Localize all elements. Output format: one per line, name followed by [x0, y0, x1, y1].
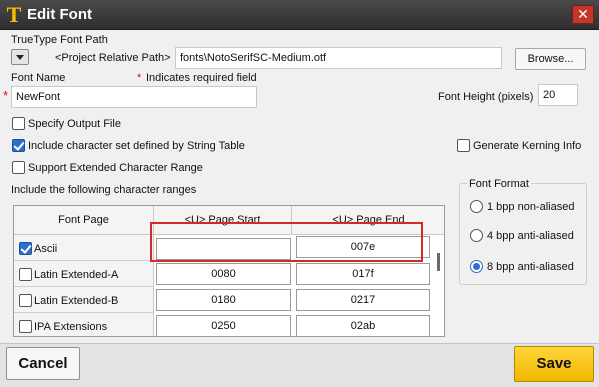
string-table-checkbox[interactable]	[12, 139, 25, 152]
title-bar: T Edit Font ✕	[0, 0, 599, 30]
app-logo-icon: T	[6, 2, 22, 27]
font-name-label: Font Name	[11, 72, 66, 84]
table-row: Ascii	[14, 235, 154, 261]
page-end-cell[interactable]: 02ab	[296, 315, 430, 336]
path-mode-dropdown[interactable]	[11, 49, 29, 65]
radio-4bpp-label: 4 bpp anti-aliased	[487, 230, 574, 242]
row-checkbox[interactable]	[19, 320, 32, 333]
browse-button[interactable]: Browse...	[515, 48, 586, 70]
radio-1bpp-label: 1 bpp non-aliased	[487, 201, 575, 213]
row-label: Ascii	[34, 243, 58, 255]
annotation-highlight-box	[150, 222, 423, 262]
table-row: Latin Extended-A	[14, 261, 154, 287]
radio-1bpp[interactable]	[470, 200, 483, 213]
page-start-cell[interactable]: 0250	[156, 315, 291, 336]
page-end-cell[interactable]: 0217	[296, 289, 430, 311]
column-header-font-page[interactable]: Font Page	[14, 206, 154, 235]
dialog-footer	[0, 343, 599, 387]
table-scrollbar[interactable]	[437, 253, 440, 271]
window-title: Edit Font	[27, 6, 92, 23]
save-button[interactable]: Save	[514, 346, 594, 382]
extended-range-label: Support Extended Character Range	[28, 162, 203, 174]
page-end-cell[interactable]: 017f	[296, 263, 430, 285]
kerning-label: Generate Kerning Info	[473, 140, 582, 152]
table-row: IPA Extensions	[14, 313, 154, 336]
specify-output-label: Specify Output File	[28, 118, 121, 130]
chevron-down-icon	[16, 55, 24, 60]
page-start-cell[interactable]: 0180	[156, 289, 291, 311]
row-checkbox[interactable]	[19, 294, 32, 307]
font-height-label: Font Height (pixels)	[438, 91, 534, 103]
font-format-label: Font Format	[467, 177, 531, 191]
kerning-checkbox[interactable]	[457, 139, 470, 152]
extended-range-checkbox[interactable]	[12, 161, 25, 174]
string-table-label: Include character set defined by String …	[28, 140, 245, 152]
font-name-input[interactable]: NewFont	[11, 86, 257, 108]
row-label: Latin Extended-A	[34, 269, 119, 281]
row-checkbox[interactable]	[19, 242, 32, 255]
page-start-cell[interactable]: 0080	[156, 263, 291, 285]
row-label: IPA Extensions	[34, 321, 108, 333]
path-prefix: <Project Relative Path>	[55, 52, 171, 64]
radio-4bpp[interactable]	[470, 229, 483, 242]
required-note: Indicates required field	[146, 72, 257, 84]
ranges-label: Include the following character ranges	[11, 184, 197, 196]
cancel-button[interactable]: Cancel	[6, 347, 80, 380]
required-note-star: *	[137, 72, 142, 84]
font-path-label: TrueType Font Path	[11, 34, 108, 46]
row-checkbox[interactable]	[19, 268, 32, 281]
font-height-input[interactable]: 20	[538, 84, 578, 106]
radio-8bpp-label: 8 bpp anti-aliased	[487, 261, 574, 273]
radio-8bpp[interactable]	[470, 260, 483, 273]
specify-output-checkbox[interactable]	[12, 117, 25, 130]
row-label: Latin Extended-B	[34, 295, 119, 307]
table-row: Latin Extended-B	[14, 287, 154, 313]
close-button[interactable]: ✕	[572, 5, 594, 24]
font-path-input[interactable]: fonts\NotoSerifSC-Medium.otf	[175, 47, 502, 69]
required-star: *	[3, 88, 9, 103]
